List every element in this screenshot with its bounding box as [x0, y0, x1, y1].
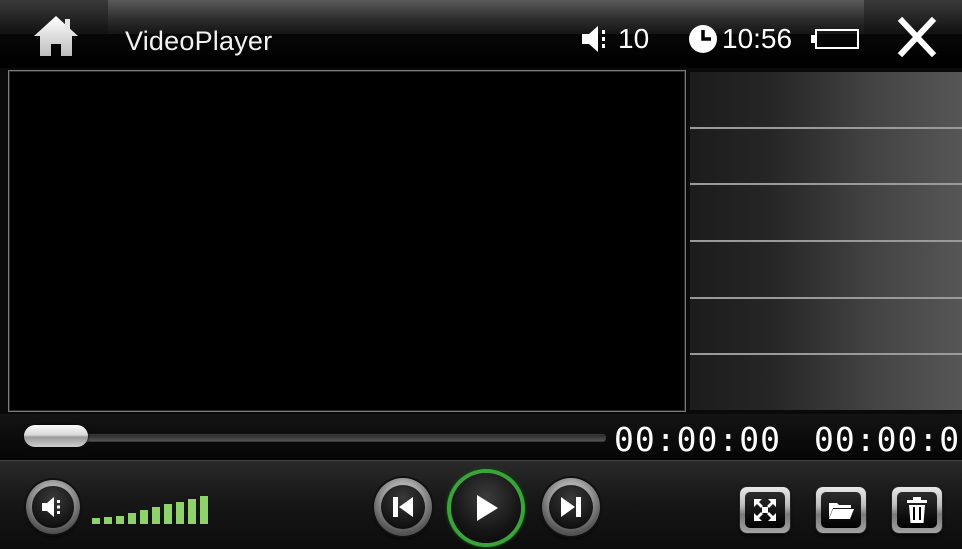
volume-bar-segment [104, 517, 112, 524]
volume-bar-segment [116, 516, 124, 524]
mute-button[interactable] [26, 480, 80, 534]
volume-bar-segment [152, 507, 160, 524]
volume-bar-segment [140, 510, 148, 524]
playlist-panel [690, 72, 962, 411]
current-time: 00:00:00 [614, 420, 781, 459]
play-button[interactable] [451, 473, 521, 543]
fullscreen-button[interactable] [740, 487, 790, 533]
volume-level-text: 10 [618, 23, 650, 54]
trash-icon [907, 497, 927, 523]
total-time: 00:00:00 [814, 420, 962, 459]
previous-button[interactable] [374, 478, 432, 536]
next-button[interactable] [542, 478, 600, 536]
previous-button-face [380, 484, 426, 530]
volume-bar-segment [176, 502, 184, 524]
delete-button-face [897, 492, 937, 528]
speaker-icon [42, 497, 60, 517]
playlist-item[interactable] [690, 298, 962, 354]
mute-button-face [32, 486, 74, 528]
clock-icon [689, 25, 717, 53]
folder-icon [829, 503, 854, 519]
open-folder-button[interactable] [816, 487, 866, 533]
volume-status: 10 [580, 22, 649, 56]
delete-button[interactable] [892, 487, 942, 533]
playlist-item[interactable] [690, 242, 962, 297]
close-icon [897, 16, 937, 58]
app-title: VideoPlayer [125, 26, 273, 56]
speaker-icon [582, 26, 605, 52]
playlist-item[interactable] [690, 128, 962, 184]
clock-status: 10:56 [688, 22, 792, 56]
next-button-face [548, 484, 594, 530]
play-icon [477, 495, 498, 521]
home-button[interactable] [32, 14, 80, 58]
home-icon [34, 16, 78, 56]
volume-bar-segment [164, 504, 172, 524]
seek-handle[interactable] [24, 425, 88, 447]
battery-icon [811, 29, 859, 49]
fullscreen-icon [754, 499, 776, 521]
volume-bar-segment [188, 499, 196, 524]
volume-bar-segment [92, 518, 100, 524]
previous-icon [392, 496, 413, 517]
fullscreen-button-face [745, 492, 785, 528]
volume-bar-segment [200, 496, 208, 524]
battery-status [810, 28, 860, 50]
playlist-item[interactable] [690, 185, 962, 241]
clock-time: 10:56 [722, 23, 793, 54]
next-icon [560, 496, 581, 517]
volume-level-bars[interactable] [92, 496, 208, 524]
playlist-item[interactable] [690, 355, 962, 411]
close-button[interactable] [895, 16, 939, 58]
playlist-item[interactable] [690, 72, 962, 127]
video-display[interactable] [8, 70, 686, 412]
open-folder-button-face [821, 492, 861, 528]
volume-bar-segment [128, 513, 136, 524]
seek-bar[interactable] [24, 434, 606, 442]
